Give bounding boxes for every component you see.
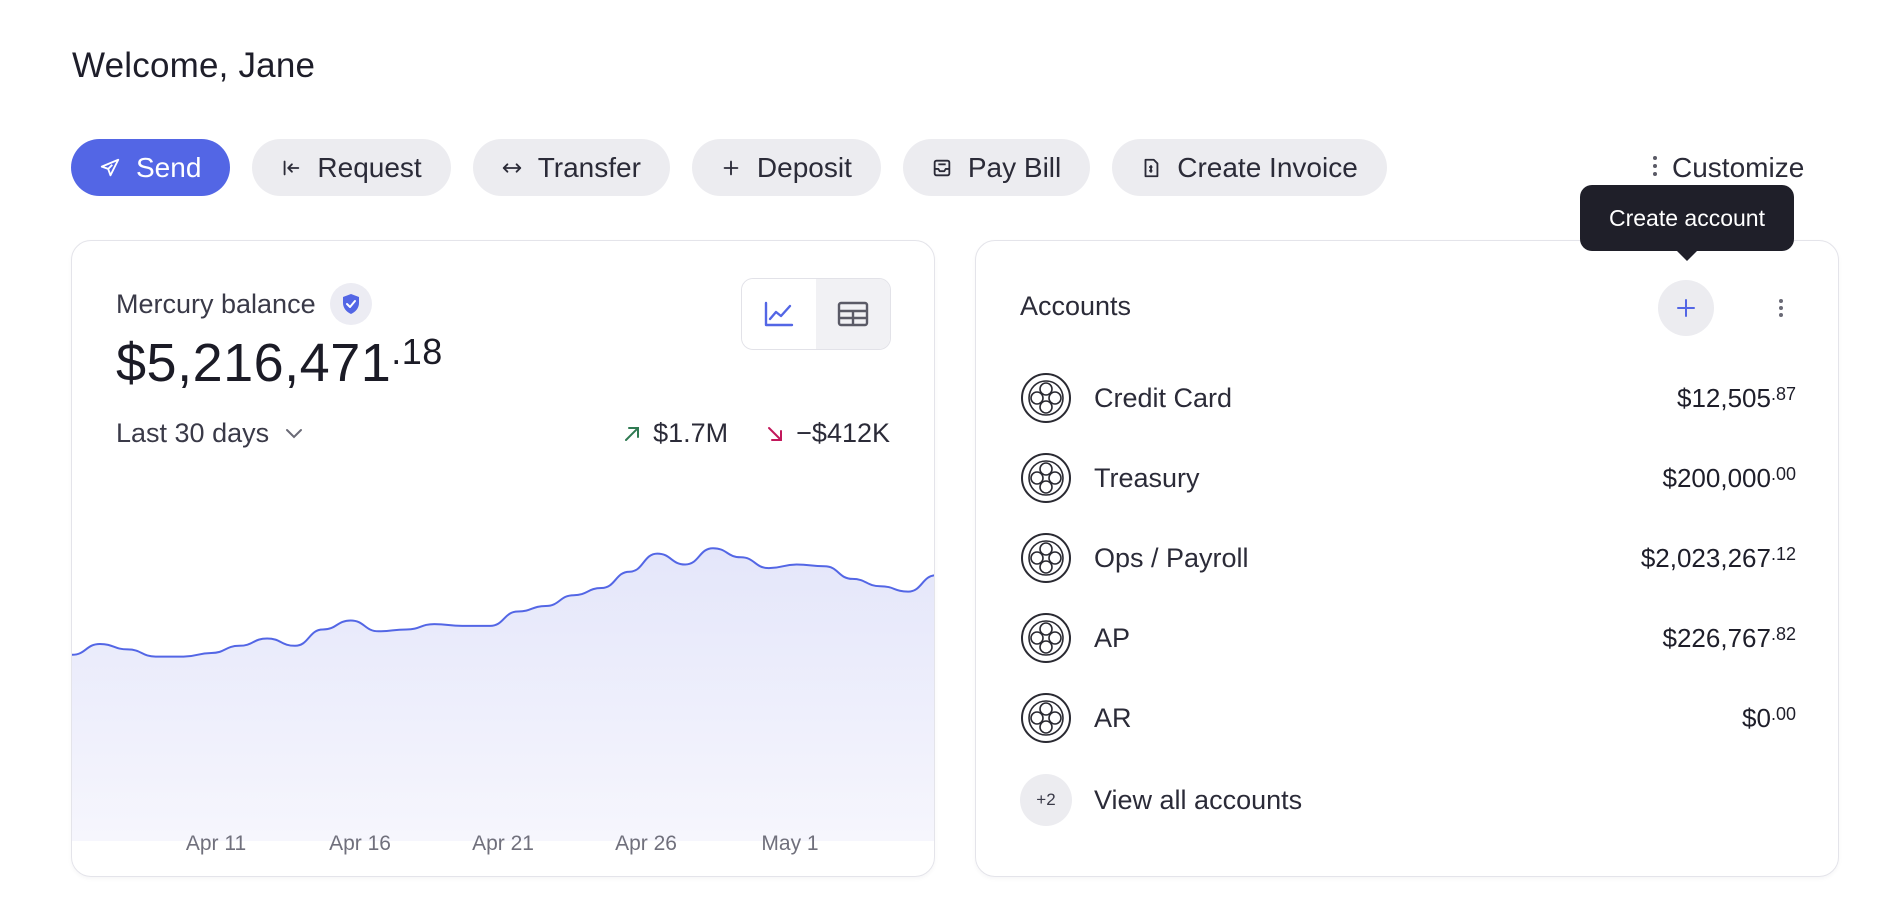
account-balance-main: $226,767 xyxy=(1662,622,1771,653)
balance-amount-main: $5,216,471 xyxy=(116,333,392,393)
x-tick-label: Apr 26 xyxy=(615,832,677,855)
account-logo-icon xyxy=(1021,453,1071,503)
view-all-accounts-link[interactable]: +2 View all accounts xyxy=(1020,773,1302,827)
x-tick-label: Apr 16 xyxy=(329,832,391,855)
customize-label: Customize xyxy=(1672,152,1805,183)
verified-shield-icon[interactable] xyxy=(329,283,372,325)
account-balance-main: $2,023,267 xyxy=(1640,542,1771,573)
account-name: Credit Card xyxy=(1094,382,1233,413)
chart-view-toggle xyxy=(741,278,891,350)
cash-flow-summary: $1.7M −$412K xyxy=(623,418,890,449)
balance-chart xyxy=(72,547,934,841)
account-name: Treasury xyxy=(1094,462,1200,493)
create-account-tooltip: Create account xyxy=(1580,185,1794,251)
line-chart-icon xyxy=(764,301,794,327)
accounts-more-button[interactable] xyxy=(1766,293,1796,323)
tooltip-arrow xyxy=(1676,250,1698,261)
account-balance-cents: .12 xyxy=(1770,543,1796,564)
pay-bill-label: Pay Bill xyxy=(967,151,1062,183)
balance-card: Mercury balance $5,216,471.18 Last 30 da… xyxy=(71,240,935,877)
arrow-down-right-icon xyxy=(768,426,783,441)
customize-button[interactable]: Customize xyxy=(1652,148,1804,188)
x-tick-label: Apr 21 xyxy=(472,832,534,855)
plus-icon xyxy=(1677,299,1695,317)
account-balance: $0.00 xyxy=(1742,703,1796,734)
add-account-button[interactable] xyxy=(1658,280,1714,336)
outflow-value: −$412K xyxy=(796,418,890,448)
pay-bill-button[interactable]: Pay Bill xyxy=(902,139,1091,196)
x-tick-label: May 1 xyxy=(761,832,819,855)
invoice-icon xyxy=(1140,157,1162,179)
account-balance: $226,767.82 xyxy=(1663,623,1796,654)
account-balance-main: $200,000 xyxy=(1662,462,1771,493)
account-row[interactable]: AP $226,767.82 xyxy=(1020,611,1796,665)
table-icon xyxy=(837,301,869,327)
deposit-button[interactable]: Deposit xyxy=(691,139,881,196)
period-dropdown[interactable]: Last 30 days xyxy=(116,418,303,449)
vertical-dots-icon xyxy=(1779,299,1783,317)
create-invoice-label: Create Invoice xyxy=(1177,151,1358,183)
account-balance-cents: .00 xyxy=(1770,463,1796,484)
vertical-dots-icon xyxy=(1652,152,1658,184)
balance-label-row: Mercury balance xyxy=(116,283,372,325)
create-invoice-button[interactable]: Create Invoice xyxy=(1112,139,1387,196)
send-button[interactable]: Send xyxy=(71,139,231,196)
balance-amount: $5,216,471.18 xyxy=(116,331,443,394)
account-logo-icon xyxy=(1021,533,1071,583)
x-tick-label: Apr 11 xyxy=(185,832,247,855)
account-balance: $12,505.87 xyxy=(1677,383,1796,414)
welcome-heading: Welcome, Jane xyxy=(72,46,316,85)
balance-amount-cents: .18 xyxy=(391,331,443,372)
account-row[interactable]: Treasury $200,000.00 xyxy=(1020,451,1796,505)
account-name: AP xyxy=(1094,622,1131,653)
account-name: Ops / Payroll xyxy=(1094,542,1249,573)
more-accounts-badge: +2 xyxy=(1020,774,1072,826)
account-row[interactable]: Ops / Payroll $2,023,267.12 xyxy=(1020,531,1796,585)
account-balance-main: $0 xyxy=(1742,702,1771,733)
chevron-down-icon xyxy=(286,428,303,438)
transfer-icon xyxy=(501,157,523,179)
table-view-button[interactable] xyxy=(816,279,890,349)
account-logo-icon xyxy=(1021,693,1071,743)
account-balance-cents: .00 xyxy=(1770,703,1796,724)
accounts-card: Accounts Credit Card $12,505.87 Treasury $2… xyxy=(975,240,1839,877)
request-icon xyxy=(280,157,302,179)
account-logo-icon xyxy=(1021,373,1071,423)
account-name: AR xyxy=(1094,702,1132,733)
account-balance-main: $12,505 xyxy=(1676,382,1771,413)
account-balance-cents: .82 xyxy=(1770,623,1796,644)
request-button[interactable]: Request xyxy=(252,139,451,196)
accounts-title: Accounts xyxy=(1020,291,1132,321)
plus-icon xyxy=(720,157,742,179)
view-all-accounts-label: View all accounts xyxy=(1094,784,1303,815)
line-chart-view-button[interactable] xyxy=(742,279,816,349)
send-icon xyxy=(99,157,121,179)
inflow-value: $1.7M xyxy=(653,418,729,448)
account-row[interactable]: Credit Card $12,505.87 xyxy=(1020,371,1796,425)
account-balance: $2,023,267.12 xyxy=(1641,543,1796,574)
request-label: Request xyxy=(317,151,422,183)
chart-area-fill xyxy=(72,548,934,841)
quick-actions: Send Request Transfer Deposit Pay Bill C… xyxy=(71,139,1387,196)
account-balance-cents: .87 xyxy=(1770,383,1796,404)
period-label: Last 30 days xyxy=(116,418,270,448)
arrow-up-right-icon xyxy=(625,426,640,441)
account-row[interactable]: AR $0.00 xyxy=(1020,691,1796,745)
account-logo-icon xyxy=(1021,613,1071,663)
deposit-label: Deposit xyxy=(756,151,852,183)
account-balance: $200,000.00 xyxy=(1663,463,1796,494)
pay-bill-icon xyxy=(931,157,953,179)
balance-label: Mercury balance xyxy=(116,288,316,319)
send-label: Send xyxy=(136,151,202,183)
transfer-label: Transfer xyxy=(537,151,641,183)
transfer-button[interactable]: Transfer xyxy=(472,139,670,196)
